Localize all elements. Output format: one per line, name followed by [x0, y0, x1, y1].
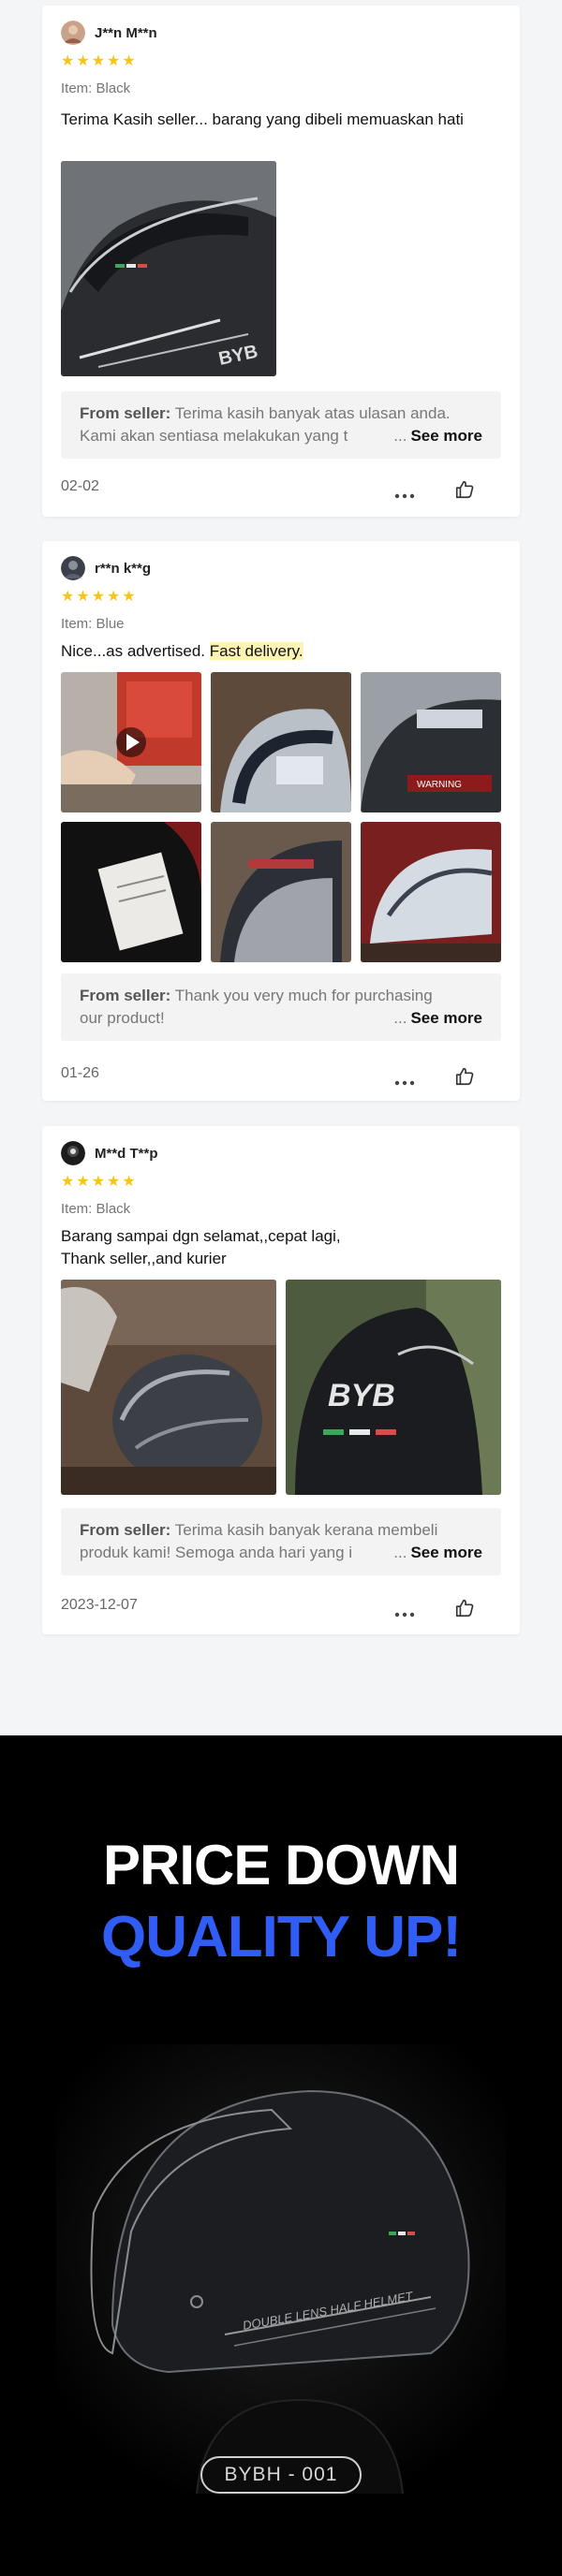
thumbs-up-icon[interactable] — [454, 479, 475, 500]
item-variant: Item: Black — [61, 1201, 131, 1217]
thumbs-up-icon[interactable] — [454, 1598, 475, 1618]
promo-banner: PRICE DOWN QUALITY UP! DOUBLE LENS HALF … — [0, 1735, 562, 2576]
review-text-line: Barang sampai dgn selamat,,cepat lagi, — [61, 1227, 341, 1245]
seller-reply-text: Thank you very much for purchasing — [174, 987, 433, 1004]
star-icon: ★ — [91, 53, 106, 69]
seller-reply-text: Terima kasih banyak atas ulasan anda. — [174, 404, 451, 422]
avatar[interactable] — [61, 556, 85, 580]
star-icon: ★ — [91, 1174, 106, 1190]
more-options-icon[interactable] — [394, 1605, 415, 1617]
ellipsis: ... — [393, 1009, 407, 1027]
model-label: BYBH - 001 — [200, 2456, 362, 2494]
see-more-link[interactable]: See more — [410, 1007, 482, 1030]
review-photo[interactable] — [211, 672, 351, 812]
promo-subheadline: QUALITY UP! — [101, 1905, 462, 1969]
more-options-icon[interactable] — [394, 487, 415, 499]
review-card: M**d T**p ★ ★ ★ ★ ★ Item: Black Barang s… — [42, 1126, 520, 1634]
star-icon: ★ — [122, 589, 136, 605]
seller-reply: From seller: Thank you very much for pur… — [61, 973, 501, 1041]
review-photo[interactable]: WARNING — [361, 672, 501, 812]
star-icon: ★ — [76, 1174, 90, 1190]
review-date: 2023-12-07 — [61, 1597, 138, 1613]
star-rating: ★ ★ ★ ★ ★ — [61, 590, 136, 605]
svg-text:BYB: BYB — [328, 1378, 395, 1413]
see-more-link[interactable]: See more — [410, 1542, 482, 1564]
review-photo[interactable]: BYB — [61, 161, 276, 376]
item-variant: Item: Blue — [61, 616, 125, 632]
seller-reply: From seller: Terima kasih banyak kerana … — [61, 1508, 501, 1575]
review-card: J**n M**n ★ ★ ★ ★ ★ Item: Black Terima K… — [42, 6, 520, 517]
reviewer-name: M**d T**p — [95, 1145, 158, 1162]
star-icon: ★ — [61, 1174, 75, 1190]
reviewer-name: r**n k**g — [95, 560, 152, 577]
review-text-plain: Nice...as advertised. — [61, 642, 206, 660]
avatar[interactable] — [61, 1141, 85, 1165]
more-options-icon[interactable] — [394, 1074, 415, 1086]
review-card: r**n k**g ★ ★ ★ ★ ★ Item: Blue Nice...as… — [42, 541, 520, 1101]
star-icon: ★ — [76, 53, 90, 69]
review-text: Terima Kasih seller... barang yang dibel… — [61, 110, 464, 128]
seller-reply-text: produk kami! Semoga anda hari yang i — [80, 1544, 353, 1561]
star-rating: ★ ★ ★ ★ ★ — [61, 54, 136, 69]
review-date: 01-26 — [61, 1065, 99, 1081]
seller-reply: From seller: Terima kasih banyak atas ul… — [61, 391, 501, 459]
review-text-line: Thank seller,,and kurier — [61, 1250, 227, 1267]
review-photo[interactable] — [61, 822, 201, 962]
review-photo[interactable]: BYB — [286, 1280, 501, 1495]
review-photo[interactable] — [361, 822, 501, 962]
ellipsis: ... — [393, 1544, 407, 1561]
review-date: 02-02 — [61, 478, 99, 494]
star-icon: ★ — [107, 53, 121, 69]
review-text: Nice...as advertised. Fast delivery. — [61, 640, 501, 663]
see-more-link[interactable]: See more — [410, 425, 482, 447]
seller-reply-text: Kami akan sentiasa melakukan yang t — [80, 427, 348, 445]
star-icon: ★ — [107, 1174, 121, 1190]
review-text: Barang sampai dgn selamat,,cepat lagi, T… — [61, 1225, 501, 1270]
reviewer-header: J**n M**n — [61, 21, 157, 45]
star-rating: ★ ★ ★ ★ ★ — [61, 1175, 136, 1190]
helmet-image: DOUBLE LENS HALF HELMET — [56, 2044, 506, 2494]
review-photo[interactable] — [61, 1280, 276, 1495]
svg-text:WARNING: WARNING — [417, 780, 462, 790]
promo-headline: PRICE DOWN — [103, 1834, 460, 1896]
star-icon: ★ — [76, 589, 90, 605]
reviewer-name: J**n M**n — [95, 24, 157, 41]
item-variant: Item: Black — [61, 80, 131, 96]
seller-reply-label: From seller: — [80, 404, 171, 422]
reviewer-header: r**n k**g — [61, 556, 151, 580]
reviewer-header: M**d T**p — [61, 1141, 158, 1165]
avatar[interactable] — [61, 21, 85, 45]
review-text-highlight: Fast delivery. — [209, 642, 303, 660]
review-video[interactable] — [61, 672, 201, 812]
seller-reply-text: our product! — [80, 1009, 165, 1027]
star-icon: ★ — [122, 53, 136, 69]
star-icon: ★ — [122, 1174, 136, 1190]
star-icon: ★ — [107, 589, 121, 605]
star-icon: ★ — [61, 53, 75, 69]
review-photo[interactable] — [211, 822, 351, 962]
ellipsis: ... — [393, 427, 407, 445]
star-icon: ★ — [91, 589, 106, 605]
star-icon: ★ — [61, 589, 75, 605]
seller-reply-label: From seller: — [80, 1521, 171, 1539]
seller-reply-label: From seller: — [80, 987, 171, 1004]
seller-reply-text: Terima kasih banyak kerana membeli — [174, 1521, 438, 1539]
thumbs-up-icon[interactable] — [454, 1066, 475, 1087]
